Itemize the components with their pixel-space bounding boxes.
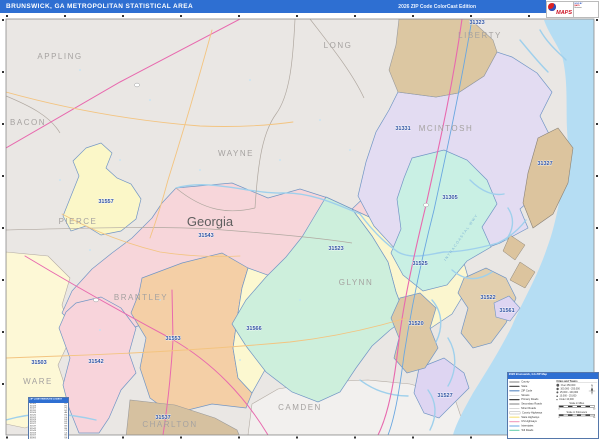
zip-label-31525: 31525 bbox=[412, 261, 427, 267]
interstate-swatch bbox=[509, 425, 520, 427]
county-label-charlton: CHARLTON bbox=[142, 420, 197, 429]
edition-label: 2026 ZIP Code ColorCast Edition bbox=[398, 3, 476, 10]
zip-label-31520: 31520 bbox=[408, 321, 423, 327]
us-hwy-swatch bbox=[509, 421, 520, 423]
zip-label-31305: 31305 bbox=[442, 195, 457, 201]
zip-line-swatch bbox=[509, 390, 520, 392]
zip-index-title: ZIP Code Index/Grid Locator bbox=[29, 398, 62, 401]
legend-panel: 2026 Brunswick, GA ZIP Map County State … bbox=[507, 372, 599, 439]
zip-label-31522: 31522 bbox=[480, 295, 495, 301]
scale-kilometers: Scale in Kilometers 0 16 bbox=[558, 411, 596, 419]
zip-label-31503: 31503 bbox=[31, 360, 46, 366]
brand-logo-secondary: SOLD BY MAPS Business bbox=[573, 1, 599, 18]
zip-label-31543: 31543 bbox=[198, 233, 213, 239]
header-bar: BRUNSWICK, GA METROPOLITAN STATISTICAL A… bbox=[0, 0, 546, 13]
zip-label-31566: 31566 bbox=[246, 326, 261, 332]
city-dot-icon bbox=[556, 391, 559, 394]
county-label-bacon: BACON bbox=[10, 118, 46, 127]
zip-label-31561: 31561 bbox=[499, 308, 514, 314]
state-label: Georgia bbox=[187, 214, 234, 229]
zip-region-31553 bbox=[130, 252, 253, 415]
zip-label-31327: 31327 bbox=[537, 161, 552, 167]
compass-rose-icon: N bbox=[588, 384, 596, 395]
city-dot-icon bbox=[556, 399, 558, 401]
city-dot-icon bbox=[556, 387, 559, 390]
county-label-mcintosh: MCINTOSH bbox=[419, 124, 474, 133]
scale-miles: Scale in Miles 0 10 bbox=[558, 402, 596, 411]
county-hwy-swatch bbox=[509, 411, 521, 415]
zip-label-31542: 31542 bbox=[88, 359, 103, 365]
streets-swatch bbox=[509, 394, 520, 396]
map-title: BRUNSWICK, GA METROPOLITAN STATISTICAL A… bbox=[6, 3, 194, 10]
county-label-wayne: WAYNE bbox=[218, 149, 254, 158]
zip-label-31331: 31331 bbox=[395, 126, 410, 132]
logo-brand-text: MAPS bbox=[556, 10, 572, 16]
zip-label-31557: 31557 bbox=[98, 199, 113, 205]
brand-logo: MAPS bbox=[546, 1, 574, 18]
county-label-appling: APPLING bbox=[37, 52, 82, 61]
city-class-item: Under 10,000 bbox=[556, 398, 597, 402]
zip-label-31537: 31537 bbox=[155, 415, 170, 421]
zip-label-31323: 31323 bbox=[469, 20, 484, 26]
primary-roads-swatch bbox=[509, 399, 520, 401]
county-label-glynn: GLYNN bbox=[339, 278, 373, 287]
zip-label-31523: 31523 bbox=[328, 246, 343, 252]
city-dot-icon bbox=[556, 395, 558, 397]
map-layers: APPLING BACON PIERCE WAYNE LONG LIBERTY … bbox=[6, 19, 594, 435]
logo-sub3: Business bbox=[574, 6, 582, 9]
logo-swirl-icon bbox=[548, 3, 556, 11]
zip-label-31553: 31553 bbox=[165, 336, 180, 342]
county-label-brantley: BRANTLEY bbox=[114, 293, 168, 302]
legend-title: 2026 Brunswick, GA ZIP Map bbox=[508, 373, 548, 376]
county-label-ware: WARE bbox=[23, 377, 53, 386]
zip-index-panel: ZIP Code Index/Grid Locator 31305 E2 3132… bbox=[28, 397, 69, 439]
minor-roads-swatch bbox=[509, 408, 520, 409]
state-hwy-swatch bbox=[509, 416, 520, 418]
county-label-liberty: LIBERTY bbox=[458, 31, 502, 40]
legend-line-items: County State ZIP Code Streets Primary Ro… bbox=[508, 379, 556, 438]
state-line-swatch bbox=[509, 385, 520, 387]
county-label-camden: CAMDEN bbox=[278, 403, 322, 412]
county-label-pierce: PIERCE bbox=[59, 217, 98, 226]
city-dot-icon bbox=[556, 383, 560, 387]
county-label-long: LONG bbox=[324, 41, 353, 50]
zip-label-31527: 31527 bbox=[437, 393, 452, 399]
secondary-roads-swatch bbox=[509, 403, 520, 405]
county-line-swatch bbox=[509, 381, 520, 383]
toll-roads-swatch bbox=[509, 429, 520, 431]
map-document: APPLING BACON PIERCE WAYNE LONG LIBERTY … bbox=[0, 0, 600, 439]
legend-item: Toll Roads bbox=[509, 428, 555, 432]
